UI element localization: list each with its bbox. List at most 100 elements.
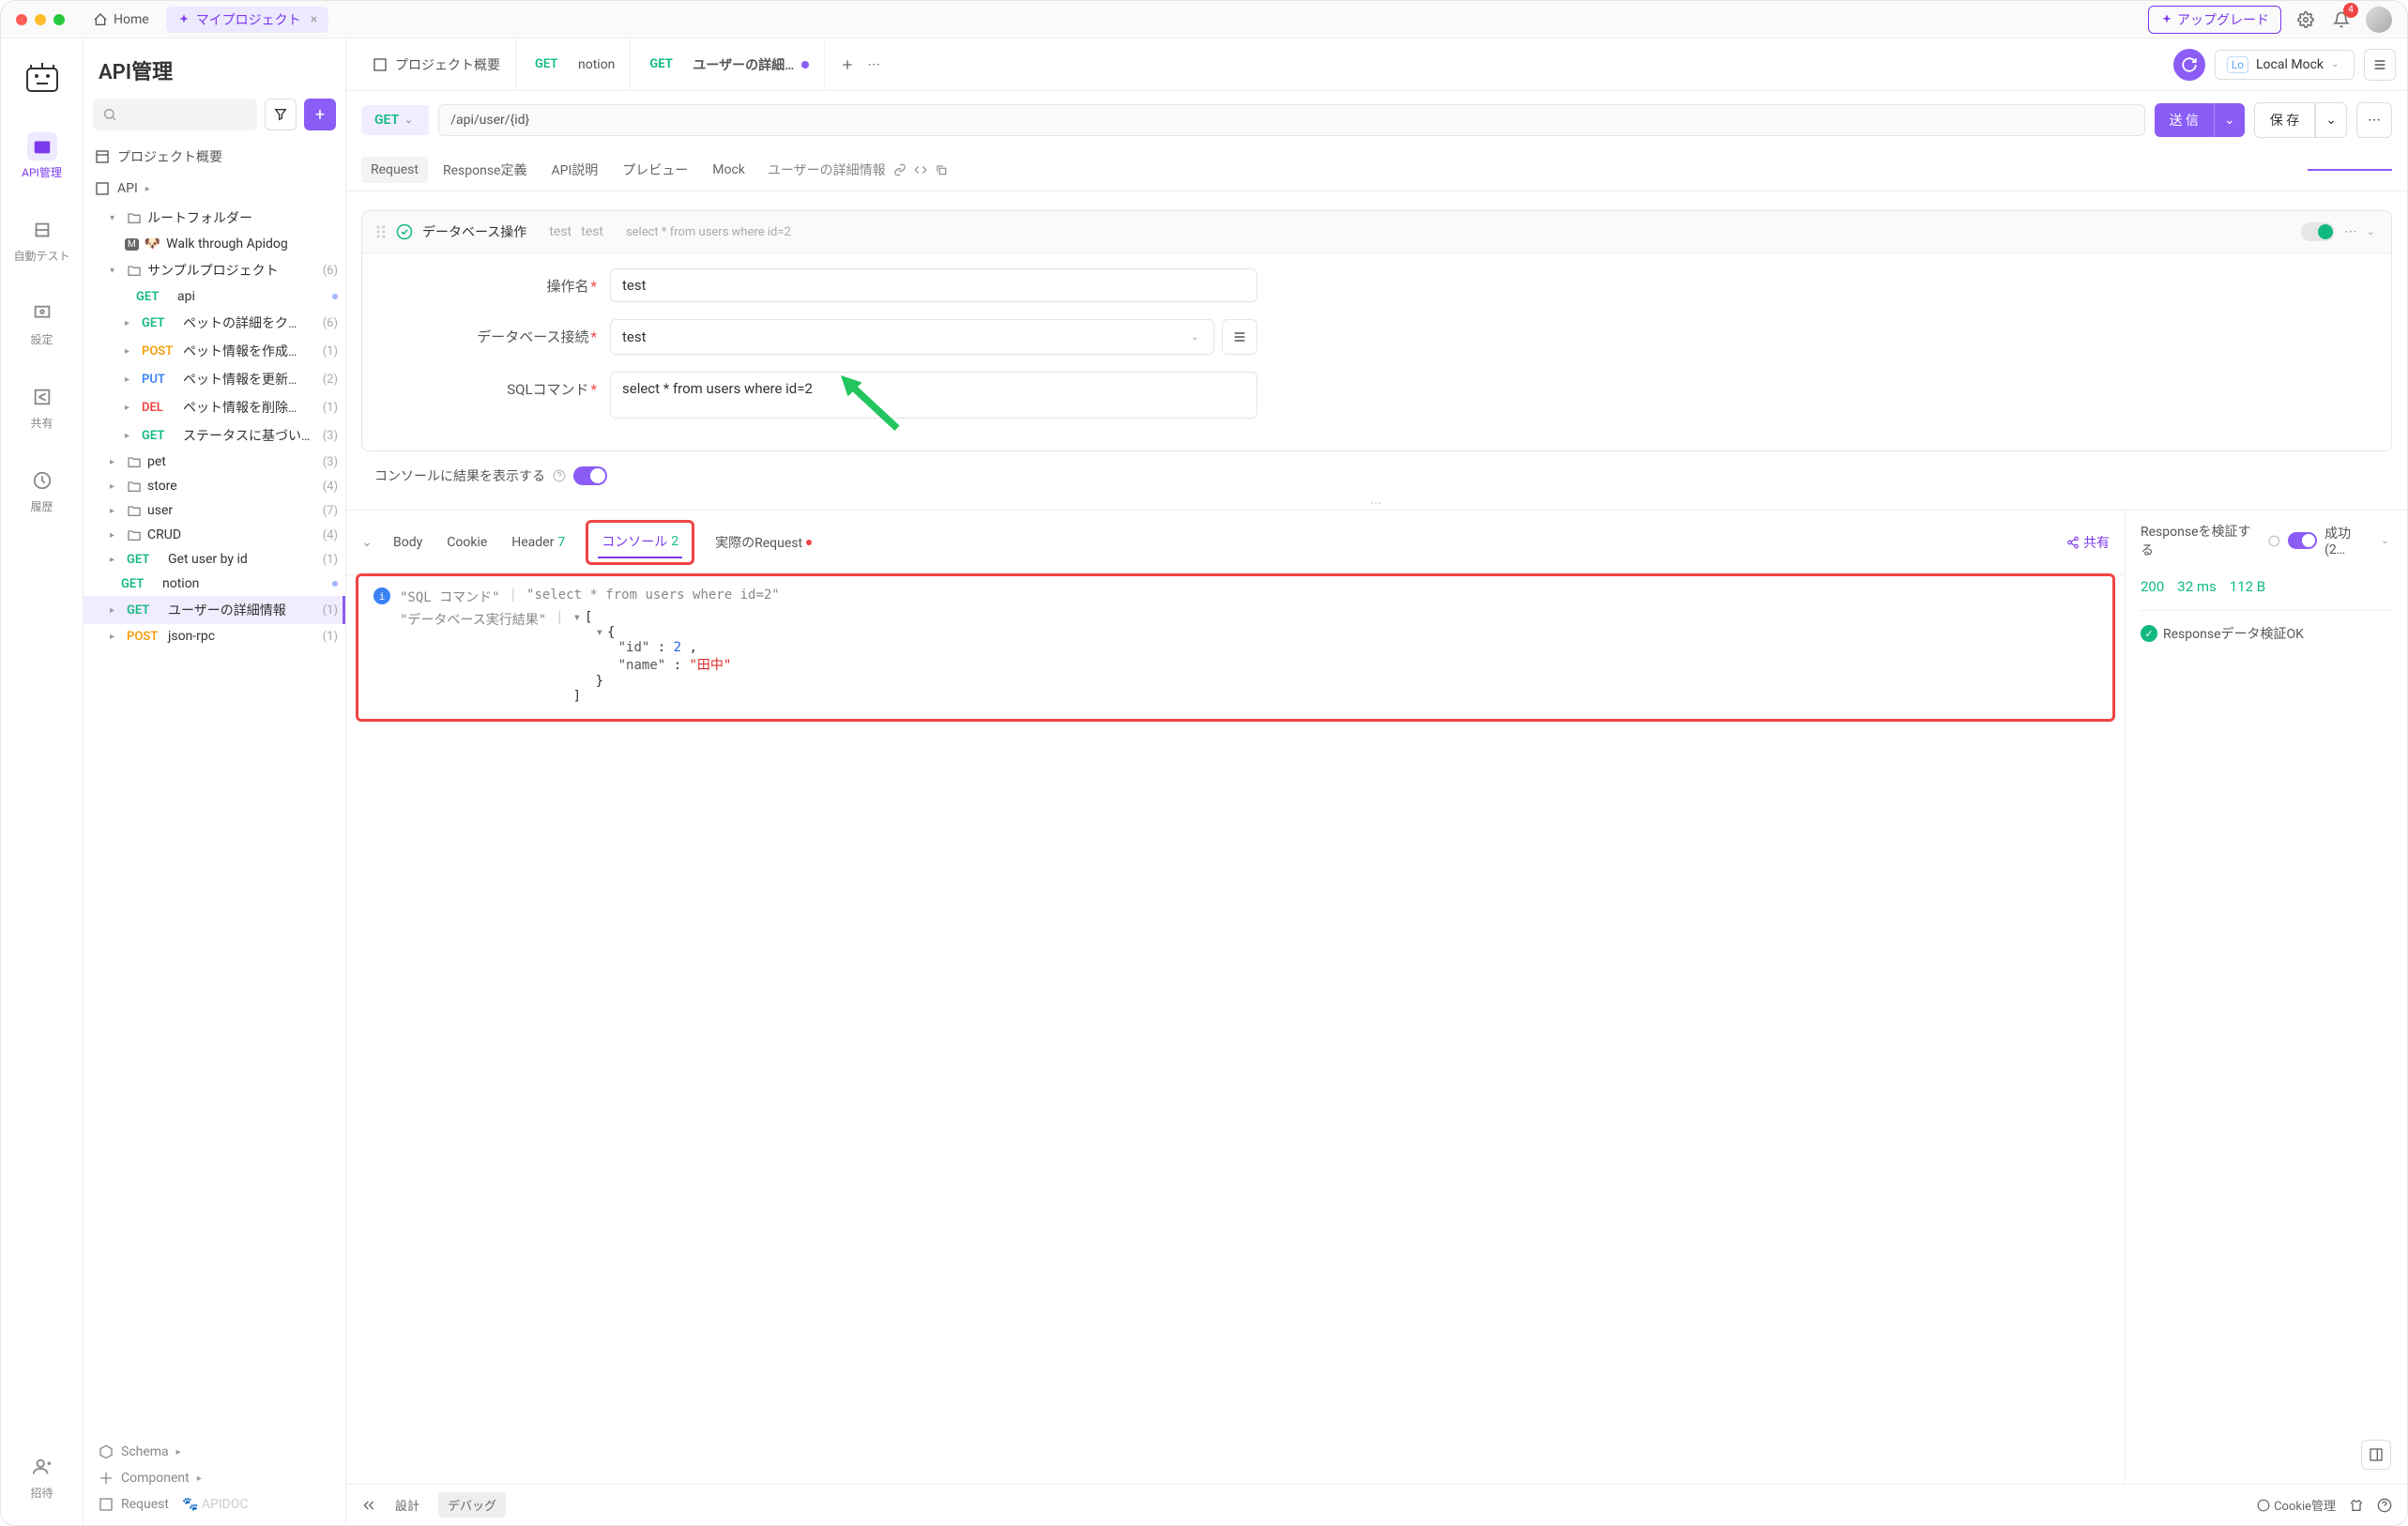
rail-invite[interactable]: 招待 xyxy=(1,1447,83,1506)
tree-pet-update[interactable]: ▸PUT ペット情報を更新… (2) xyxy=(84,365,345,393)
url-input[interactable]: /api/user/{id} xyxy=(438,104,2144,136)
resp-tab-body[interactable]: Body xyxy=(389,529,426,556)
help-icon[interactable] xyxy=(2377,1498,2392,1513)
tree-user[interactable]: ▸ user (7) xyxy=(84,498,345,523)
tree-crud[interactable]: ▸ CRUD (4) xyxy=(84,523,345,547)
share-button[interactable]: 共有 xyxy=(2066,533,2110,552)
footer-design-tab[interactable]: 設計 xyxy=(386,1492,429,1518)
sample-label: サンプルプロジェクト xyxy=(147,261,279,280)
search-input[interactable] xyxy=(93,99,257,130)
tree-api-item[interactable]: GET api xyxy=(84,284,345,309)
tree-store[interactable]: ▸ store (4) xyxy=(84,474,345,498)
new-tab-button[interactable] xyxy=(836,53,859,76)
resp-tab-cookie[interactable]: Cookie xyxy=(443,529,491,556)
enable-toggle[interactable] xyxy=(2301,222,2335,241)
method-selector[interactable]: GET ⌄ xyxy=(361,105,429,135)
env-menu-button[interactable] xyxy=(2364,49,2396,81)
tab-userdetail[interactable]: GET ユーザーの詳細… xyxy=(634,38,825,90)
rail-settings[interactable]: 設定 xyxy=(1,294,83,353)
footer-debug-tab[interactable]: デバッグ xyxy=(438,1492,506,1518)
code-icon[interactable] xyxy=(914,163,927,176)
collapse-icon[interactable]: ▾ xyxy=(596,625,603,640)
add-button[interactable]: + xyxy=(304,99,336,130)
resp-tab-header[interactable]: Header 7 xyxy=(508,529,569,556)
chevron-down-icon[interactable]: ⌄ xyxy=(2367,227,2378,237)
more-button[interactable]: ⋯ xyxy=(2356,102,2392,138)
send-dropdown[interactable]: ⌄ xyxy=(2214,103,2245,137)
home-tab[interactable]: Home xyxy=(84,8,159,31)
drag-icon[interactable] xyxy=(375,224,387,239)
request-row[interactable]: Request 🐾 APIDOC xyxy=(95,1491,334,1518)
close-icon[interactable]: × xyxy=(311,12,317,27)
tree-pet-create[interactable]: ▸POST ペット情報を作成… (1) xyxy=(84,337,345,365)
rail-share[interactable]: 共有 xyxy=(1,377,83,436)
more-icon[interactable]: ⋯ xyxy=(2344,224,2357,239)
copy-icon[interactable] xyxy=(935,163,948,176)
refresh-button[interactable] xyxy=(2173,49,2205,81)
tree-status[interactable]: ▸GET ステータスに基づい… (3) xyxy=(84,421,345,450)
tree-getuser[interactable]: ▸GET Get user by id (1) xyxy=(84,547,345,572)
validate-toggle[interactable] xyxy=(2288,532,2317,549)
environment-selector[interactable]: Lo Local Mock ⌄ xyxy=(2215,50,2355,80)
api-root-row[interactable]: API ▸ xyxy=(84,174,345,204)
tab-overview[interactable]: プロジェクト概要 xyxy=(358,38,516,90)
subtab-preview[interactable]: プレビュー xyxy=(613,155,697,185)
save-dropdown[interactable]: ⌄ xyxy=(2315,102,2347,138)
schema-row[interactable]: Schema ▸ xyxy=(95,1439,334,1465)
conn-config-button[interactable] xyxy=(1222,319,1257,355)
input-name[interactable]: test xyxy=(610,268,1257,302)
help-icon[interactable] xyxy=(2268,535,2280,547)
rail-history[interactable]: 履歴 xyxy=(1,461,83,520)
tab-notion[interactable]: GET notion xyxy=(520,38,631,90)
api-root-icon xyxy=(95,181,110,196)
sample-count: (6) xyxy=(323,264,338,278)
method-label: GET xyxy=(374,113,399,128)
link-icon[interactable] xyxy=(893,163,907,176)
layout-button[interactable] xyxy=(2361,1440,2391,1470)
notifications-button[interactable]: 4 xyxy=(2330,8,2353,31)
rail-test[interactable]: 自動テスト xyxy=(1,210,83,269)
tree-userdetail[interactable]: ▸GET ユーザーの詳細情報 (1) xyxy=(84,596,345,624)
tree-walk[interactable]: M 🐶 Walk through Apidog xyxy=(84,232,345,256)
cookie-manage-button[interactable]: Cookie管理 xyxy=(2257,1496,2336,1514)
save-button[interactable]: 保 存 xyxy=(2254,102,2315,138)
tree-jsonrpc[interactable]: ▸POST json-rpc (1) xyxy=(84,624,345,649)
upgrade-button[interactable]: アップグレード xyxy=(2148,6,2281,34)
tree-pet[interactable]: ▸ pet (3) xyxy=(84,450,345,474)
tree-root-folder[interactable]: ▾ ルートフォルダー xyxy=(84,204,345,232)
resp-tab-console[interactable]: コンソール 2 xyxy=(598,526,682,558)
console-toggle[interactable] xyxy=(573,466,607,485)
collapse-icon[interactable] xyxy=(361,1498,376,1513)
subtab-apidoc[interactable]: API説明 xyxy=(541,155,607,185)
filter-button[interactable] xyxy=(265,99,297,130)
component-row[interactable]: Component ▸ xyxy=(95,1465,334,1491)
tree-notion[interactable]: GET notion xyxy=(84,572,345,596)
collapse-icon[interactable]: ⌄ xyxy=(361,535,373,550)
subtab-mock[interactable]: Mock xyxy=(703,157,754,183)
window-minimize[interactable] xyxy=(35,14,46,25)
chevron-down-icon[interactable]: ⌄ xyxy=(2381,536,2392,546)
project-tab[interactable]: マイプロジェクト × xyxy=(166,7,328,33)
project-overview-row[interactable]: プロジェクト概要 xyxy=(84,140,345,174)
tree-sample[interactable]: ▾ サンプルプロジェクト (6) xyxy=(84,256,345,284)
tshirt-icon[interactable] xyxy=(2349,1498,2364,1513)
textarea-sql[interactable]: select * from users where id=2 xyxy=(610,372,1257,419)
ok-message: Responseデータ検証OK xyxy=(2163,624,2304,643)
folder-label: ルートフォルダー xyxy=(147,208,252,227)
tree-pet-detail[interactable]: ▸GET ペットの詳細をク… (6) xyxy=(84,309,345,337)
more-tabs-button[interactable]: ⋯ xyxy=(862,53,885,76)
rail-api[interactable]: API管理 xyxy=(1,127,83,186)
resp-tab-actual[interactable]: 実際のRequest xyxy=(711,527,815,557)
notif-count: 4 xyxy=(2343,3,2358,18)
subtab-response[interactable]: Response定義 xyxy=(434,155,537,185)
select-conn[interactable]: test ⌄ xyxy=(610,319,1214,355)
send-button[interactable]: 送 信 xyxy=(2155,103,2214,137)
subtab-request[interactable]: Request xyxy=(361,157,428,183)
help-icon[interactable] xyxy=(553,469,566,482)
user-avatar[interactable] xyxy=(2366,7,2392,33)
window-maximize[interactable] xyxy=(53,14,65,25)
window-close[interactable] xyxy=(16,14,27,25)
settings-icon-button[interactable] xyxy=(2294,8,2317,31)
collapse-icon[interactable]: ▾ xyxy=(573,610,581,625)
tree-pet-delete[interactable]: ▸DEL ペット情報を削除… (1) xyxy=(84,393,345,421)
